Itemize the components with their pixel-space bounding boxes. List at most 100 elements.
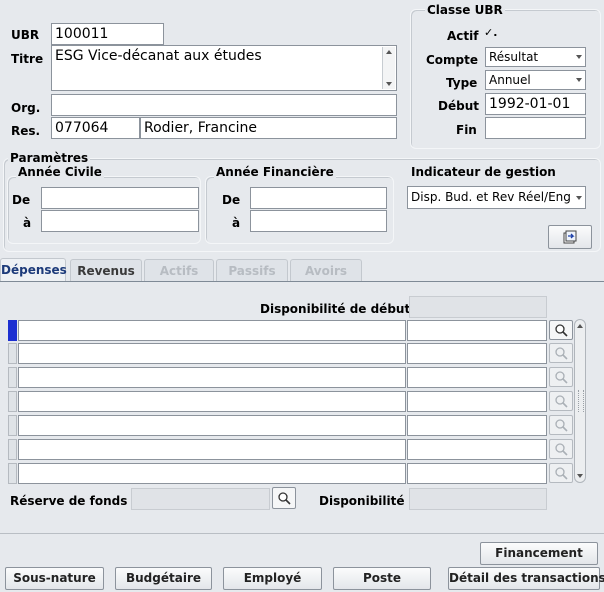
chevron-down-icon <box>576 55 582 59</box>
detail-transactions-button[interactable]: Détail des transactions <box>448 567 604 590</box>
row-indicator[interactable] <box>8 367 17 388</box>
row-indicator[interactable] <box>8 320 17 341</box>
indicateur-value: Disp. Bud. et Rev Réel/Eng <box>411 190 571 204</box>
res-code-field[interactable]: 077064 <box>51 117 140 139</box>
row-indicator[interactable] <box>8 463 17 484</box>
scroll-down-icon[interactable] <box>577 474 583 478</box>
table-row-main[interactable] <box>18 391 406 412</box>
ubr-field[interactable]: 100011 <box>51 23 164 45</box>
org-field[interactable] <box>51 94 397 116</box>
debut-field[interactable]: 1992-01-01 <box>485 93 586 115</box>
titre-scrollbar[interactable] <box>382 47 395 89</box>
magnifier-icon <box>555 443 568 456</box>
dispo-debut-field <box>409 296 547 318</box>
lookup-button[interactable] <box>549 343 573 363</box>
dispo-debut-label: Disponibilité de début <box>260 302 411 316</box>
magnifier-icon <box>278 492 291 505</box>
financiere-de-field[interactable] <box>250 187 387 209</box>
indicateur-select[interactable]: Disp. Bud. et Rev Réel/Eng <box>407 186 586 209</box>
tab-depenses[interactable]: Dépenses <box>0 258 67 282</box>
table-row-main[interactable] <box>18 320 406 341</box>
lookup-button[interactable] <box>549 320 573 340</box>
disponibilite-field <box>409 488 547 510</box>
row-indicator[interactable] <box>8 343 17 364</box>
compte-select[interactable]: Résultat <box>485 47 586 67</box>
annee-civile-title: Année Civile <box>16 165 104 179</box>
table-row-amount[interactable] <box>407 343 547 364</box>
tab-avoirs[interactable]: Avoirs <box>290 259 362 281</box>
disponibilite-label: Disponibilité <box>319 494 405 508</box>
row-indicator[interactable] <box>8 415 17 436</box>
budgetaire-button[interactable]: Budgétaire <box>115 567 212 590</box>
fin-field[interactable] <box>485 117 586 139</box>
classe-ubr-title: Classe UBR <box>425 3 505 17</box>
org-label: Org. <box>11 101 41 115</box>
res-name-field[interactable]: Rodier, Francine <box>140 117 397 139</box>
table-row-amount[interactable] <box>407 320 547 341</box>
scroll-up-icon[interactable] <box>577 324 583 328</box>
tab-actifs[interactable]: Actifs <box>144 259 214 281</box>
type-select[interactable]: Annuel <box>485 70 586 90</box>
table-row-amount[interactable] <box>407 391 547 412</box>
row-indicator[interactable] <box>8 391 17 412</box>
magnifier-icon <box>555 395 568 408</box>
table-row-main[interactable] <box>18 415 406 436</box>
titre-label: Titre <box>11 52 44 66</box>
magnifier-icon <box>555 467 568 480</box>
type-value: Annuel <box>489 73 531 87</box>
scroll-down-icon[interactable] <box>386 82 392 86</box>
grid-scrollbar[interactable] <box>574 319 586 483</box>
actif-label: Actif <box>447 29 479 43</box>
lookup-button[interactable] <box>549 367 573 387</box>
titre-field[interactable]: ESG Vice-décanat aux études <box>51 45 397 91</box>
refresh-icon <box>563 230 577 244</box>
debut-label: Début <box>438 99 479 113</box>
magnifier-icon <box>555 347 568 360</box>
indicateur-title: Indicateur de gestion <box>409 165 558 179</box>
table-row-main[interactable] <box>18 439 406 460</box>
financiere-a-field[interactable] <box>250 210 387 232</box>
annee-financiere-title: Année Financière <box>214 165 336 179</box>
table-row-amount[interactable] <box>407 367 547 388</box>
scroll-up-icon[interactable] <box>386 50 392 54</box>
table-row-amount[interactable] <box>407 463 547 484</box>
table-row-main[interactable] <box>18 463 406 484</box>
ubr-label: UBR <box>11 28 40 42</box>
parametres-title: Paramètres <box>8 151 91 165</box>
scroll-thumb[interactable] <box>578 390 584 412</box>
lookup-button[interactable] <box>549 415 573 435</box>
divider <box>0 533 604 534</box>
tab-revenus[interactable]: Revenus <box>70 259 142 281</box>
table-row-main[interactable] <box>18 367 406 388</box>
civile-de-field[interactable] <box>41 187 199 209</box>
lookup-button[interactable] <box>549 463 573 483</box>
res-label: Res. <box>11 124 41 138</box>
table-row-amount[interactable] <box>407 439 547 460</box>
magnifier-icon <box>555 419 568 432</box>
table-row-main[interactable] <box>18 343 406 364</box>
magnifier-icon <box>555 324 568 337</box>
tab-passifs[interactable]: Passifs <box>216 259 288 281</box>
compte-value: Résultat <box>489 50 539 64</box>
lookup-button[interactable] <box>549 391 573 411</box>
fin-a-label: à <box>232 216 241 230</box>
lookup-button[interactable] <box>549 439 573 459</box>
fin-de-label: De <box>222 193 241 207</box>
chevron-down-icon <box>576 78 582 82</box>
civile-a-label: à <box>23 216 32 230</box>
financement-button[interactable]: Financement <box>480 542 598 565</box>
refresh-button[interactable] <box>548 225 592 249</box>
row-indicator[interactable] <box>8 439 17 460</box>
employe-button[interactable]: Employé <box>223 567 322 590</box>
chevron-down-icon <box>576 196 582 200</box>
reserve-lookup-button[interactable] <box>272 487 296 509</box>
poste-button[interactable]: Poste <box>333 567 431 590</box>
actif-checkbox[interactable]: ✓. <box>484 26 497 39</box>
reserve-fonds-label: Réserve de fonds <box>10 494 128 508</box>
fin-label: Fin <box>456 123 477 137</box>
civile-a-field[interactable] <box>41 210 199 232</box>
sous-nature-button[interactable]: Sous-nature <box>5 567 104 590</box>
titre-value: ESG Vice-décanat aux études <box>55 48 262 64</box>
table-row-amount[interactable] <box>407 415 547 436</box>
civile-de-label: De <box>12 193 31 207</box>
